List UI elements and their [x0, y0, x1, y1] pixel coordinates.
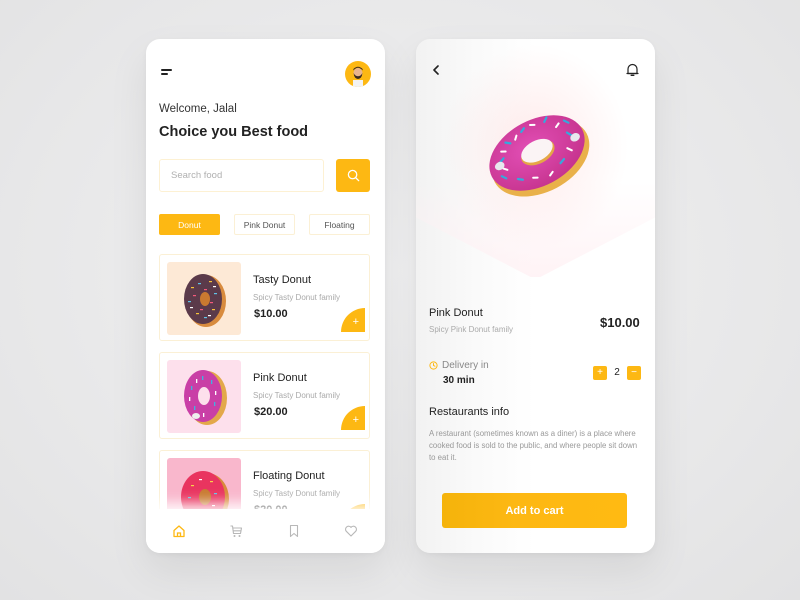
decrement-button[interactable]: −	[627, 366, 641, 380]
delivery-label: Delivery in	[429, 360, 489, 371]
search-input[interactable]	[159, 159, 324, 192]
bottom-nav	[146, 509, 385, 553]
notifications-button[interactable]	[624, 62, 640, 78]
food-price: $20.00	[254, 406, 288, 418]
home-icon	[173, 525, 185, 538]
nav-favorites[interactable]	[343, 523, 359, 539]
welcome-text: Welcome, Jalal	[159, 103, 237, 115]
food-image	[167, 262, 241, 335]
food-name: Pink Donut	[253, 372, 307, 384]
food-card[interactable]: Tasty Donut Spicy Tasty Donut family $10…	[159, 254, 370, 341]
food-subtitle: Spicy Tasty Donut family	[253, 391, 340, 400]
search-button[interactable]	[336, 159, 370, 192]
pink-donut-image	[184, 369, 227, 425]
product-price: $10.00	[600, 315, 640, 330]
food-subtitle: Spicy Tasty Donut family	[253, 293, 340, 302]
food-card[interactable]: Pink Donut Spicy Tasty Donut family $20.…	[159, 352, 370, 439]
chevron-left-icon	[433, 65, 439, 75]
delivery-time: 30 min	[443, 375, 475, 386]
home-screen: Welcome, Jalal Choice you Best food Donu…	[146, 39, 385, 553]
bell-icon	[625, 63, 639, 76]
heart-icon	[345, 525, 357, 537]
increment-button[interactable]: +	[593, 366, 607, 380]
product-name: Pink Donut	[429, 307, 483, 319]
restaurant-info-text: A restaurant (sometimes known as a diner…	[429, 429, 638, 462]
restaurant-info-title: Restaurants info	[429, 406, 510, 418]
search-icon	[347, 169, 359, 182]
category-tab-pink-donut[interactable]: Pink Donut	[234, 214, 295, 235]
nav-bookmark[interactable]	[286, 523, 302, 539]
bookmark-icon	[289, 524, 299, 538]
add-item-button[interactable]: +	[341, 308, 365, 332]
nav-home[interactable]	[171, 523, 187, 539]
quantity-value: 2	[614, 367, 620, 378]
category-tab-donut[interactable]: Donut	[159, 214, 220, 235]
page-title: Choice you Best food	[159, 124, 309, 140]
cart-icon	[230, 525, 243, 537]
nav-cart[interactable]	[228, 523, 244, 539]
detail-screen: Pink Donut Spicy Pink Donut family $10.0…	[416, 39, 655, 553]
menu-icon[interactable]	[161, 69, 173, 77]
add-to-cart-button[interactable]: Add to cart	[442, 493, 627, 528]
quantity-stepper: + 2 −	[593, 366, 641, 380]
food-name: Tasty Donut	[253, 274, 312, 286]
back-button[interactable]	[429, 63, 443, 77]
avatar-icon	[353, 66, 363, 87]
category-tab-floating[interactable]: Floating	[309, 214, 370, 235]
product-subtitle: Spicy Pink Donut family	[429, 325, 514, 334]
sprinkle-donut-image	[184, 273, 226, 327]
category-tabs: Donut Pink Donut Floating	[159, 214, 370, 235]
pink-donut-hero-image	[489, 115, 590, 197]
add-item-button[interactable]: +	[341, 406, 365, 430]
delivery-label-text: Delivery in	[442, 360, 489, 371]
user-avatar[interactable]	[345, 61, 371, 87]
clock-icon	[429, 361, 438, 370]
food-image	[167, 360, 241, 433]
food-subtitle: Spicy Tasty Donut family	[253, 489, 340, 498]
food-price: $10.00	[254, 308, 288, 320]
food-name: Floating Donut	[253, 470, 325, 482]
